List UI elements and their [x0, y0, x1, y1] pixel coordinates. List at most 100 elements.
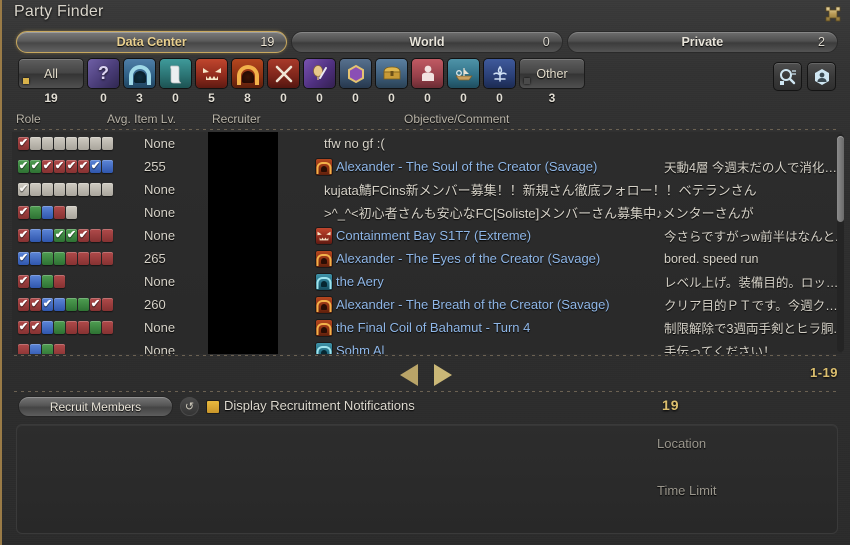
category-count-dungeon: 3: [136, 91, 143, 105]
category-filter-dungeon[interactable]: 3: [123, 58, 156, 105]
category-filter-raid[interactable]: 8: [231, 58, 264, 105]
red-raid-gate-icon[interactable]: [195, 58, 228, 89]
table-row[interactable]: ✔ ✔ None the Final Coil of Bahamut - Turn 4…: [12, 316, 842, 339]
duty-name-link[interactable]: the Final Coil of Bahamut - Turn 4: [336, 320, 530, 335]
duty-name-link[interactable]: Alexander - The Eyes of the Creator (Sav…: [336, 251, 600, 266]
gold-hexagon-icon[interactable]: [339, 58, 372, 89]
page-title: Party Finder: [14, 3, 104, 20]
duty-name-link[interactable]: Alexander - The Soul of the Creator (Sav…: [336, 159, 597, 174]
role-slot-tank: ✔: [90, 160, 101, 173]
role-slot-healer: [42, 344, 53, 354]
duty-name-link[interactable]: Containment Bay S1T7 (Extreme): [336, 228, 531, 243]
category-count-hexagon: 0: [352, 91, 359, 105]
table-row[interactable]: ✔ None kujata鯖FCins新メンバー募集！！新規さん徹底フォロー！！ベテ…: [12, 178, 842, 201]
party-members-icon[interactable]: [807, 62, 836, 91]
table-row[interactable]: ✔ ✔ ✔ ✔ 260 Alexander - The Breath of the Cre…: [12, 293, 842, 316]
role-slot-dps: ✔: [18, 206, 29, 219]
refresh-icon[interactable]: ↺: [180, 397, 199, 416]
tab-world-count: 0: [542, 35, 550, 49]
category-filter-treasure[interactable]: 0: [375, 58, 408, 105]
page-range: 1-19: [809, 365, 838, 380]
sword-balloon-icon[interactable]: [303, 58, 336, 89]
table-row[interactable]: ✔ ✔ ✔ ✔ ✔ ✔ ✔ 255 Alexander - The Soul of the Cr…: [12, 155, 842, 178]
tab-world[interactable]: World 0: [291, 31, 563, 53]
crossed-swords-icon[interactable]: [267, 58, 300, 89]
check-icon: ✔: [18, 182, 29, 195]
dungeon-portal-icon[interactable]: [123, 58, 156, 89]
avg-item-level: None: [144, 205, 176, 220]
orange-raid-portal-icon[interactable]: [231, 58, 264, 89]
check-icon: ✔: [90, 159, 101, 172]
avg-item-level: 260: [144, 297, 166, 312]
category-filter-all[interactable]: All 19: [18, 58, 84, 105]
check-icon: ✔: [18, 274, 29, 287]
category-filter-fishing[interactable]: 0: [447, 58, 480, 105]
role-slot-dps: ✔: [30, 298, 41, 311]
red-raid-gate-icon: [315, 226, 333, 245]
category-filter-goldsaucer[interactable]: 0: [303, 58, 336, 105]
tab-data-center[interactable]: Data Center 19: [16, 31, 288, 53]
arrow-left-icon[interactable]: [400, 364, 418, 386]
role-slot-dps: [102, 298, 113, 311]
category-count-treasure: 0: [388, 91, 395, 105]
table-row[interactable]: ✔ 265 Alexander - The Eyes of the Creator …: [12, 247, 842, 270]
category-filter-scroll[interactable]: 0: [159, 58, 192, 105]
category-filter-hexagon[interactable]: 0: [339, 58, 372, 105]
duty-name-link[interactable]: Sohm Al: [336, 343, 384, 354]
role-slot-dps: [54, 275, 65, 288]
close-ornament-icon[interactable]: [822, 3, 844, 25]
role-slots: ✔: [18, 275, 65, 288]
party-listings[interactable]: ✔ None tfw no gf :(✔ ✔ ✔ ✔ ✔ ✔ ✔ 255 Alexander - T…: [12, 132, 842, 354]
role-slot-dps: ✔: [18, 321, 29, 334]
role-slot-dps: ✔: [42, 160, 53, 173]
other-button-label: Other: [536, 66, 568, 81]
check-icon: ✔: [54, 228, 65, 241]
objective-comment: 今さらですがっw前半はなんと...: [664, 230, 842, 244]
scroll-quest-icon[interactable]: [159, 58, 192, 89]
category-filter-trial[interactable]: 5: [195, 58, 228, 105]
role-slot-dps: ✔: [18, 298, 29, 311]
recruit-members-button[interactable]: Recruit Members: [18, 396, 173, 417]
list-scrollbar-thumb[interactable]: [837, 136, 844, 222]
all-button[interactable]: All: [18, 58, 84, 89]
other-button[interactable]: Other: [519, 58, 585, 89]
list-scrollbar[interactable]: [837, 134, 844, 352]
role-slots: ✔ ✔: [18, 321, 113, 334]
table-row[interactable]: None Sohm Al 手伝ってください！: [12, 339, 842, 354]
duty-name-link[interactable]: the Aery: [336, 274, 384, 289]
role-slot-empty: [30, 183, 41, 196]
role-slot-dps: [66, 252, 77, 265]
table-row[interactable]: ✔ ✔ ✔ ✔ None Containment Bay S1T7 (Extreme) 今さ…: [12, 224, 842, 247]
role-slot-empty: [54, 183, 65, 196]
notifications-checkbox[interactable]: [206, 400, 220, 414]
check-icon: ✔: [30, 297, 41, 310]
objective-comment: 天動4層 今週末だの人で消化い...: [664, 161, 842, 175]
category-count-question: 0: [100, 91, 107, 105]
table-row[interactable]: ✔ None >^_^<初心者さんも安心なFC[Soliste]メンバーさん募集中♪…: [12, 201, 842, 224]
search-filter-icon[interactable]: [773, 62, 802, 91]
question-mark-icon[interactable]: ?: [87, 58, 120, 89]
category-count-all: 19: [44, 91, 58, 105]
boat-fishing-icon[interactable]: [447, 58, 480, 89]
treasure-chest-icon[interactable]: [375, 58, 408, 89]
tab-private[interactable]: Private 2: [566, 31, 838, 53]
category-filter-question[interactable]: ? 0: [87, 58, 120, 105]
mannequin-icon[interactable]: [411, 58, 444, 89]
listing-comment-text: >^_^<初心者さんも安心なFC[Soliste]メンバーさん募集中♪メンターさ…: [324, 206, 754, 221]
table-row[interactable]: ✔ None the Aery レベル上げ。装備目的。ロットフ...: [12, 270, 842, 293]
blue-emblem-icon[interactable]: [483, 58, 516, 89]
category-count-trial: 5: [208, 91, 215, 105]
category-filter-other[interactable]: Other 3: [519, 58, 585, 105]
arrow-right-icon[interactable]: [434, 364, 452, 386]
category-filter-emblem[interactable]: 0: [483, 58, 516, 105]
category-filter-pvp[interactable]: 0: [267, 58, 300, 105]
role-slot-empty: [66, 206, 77, 219]
role-slot-empty: [66, 183, 77, 196]
tab-data-center-label: Data Center: [116, 35, 187, 49]
role-slot-empty: [30, 137, 41, 150]
category-filter-mannequin[interactable]: 0: [411, 58, 444, 105]
check-icon: ✔: [78, 228, 89, 241]
role-slot-healer: [54, 252, 65, 265]
duty-name-link[interactable]: Alexander - The Breath of the Creator (S…: [336, 297, 610, 312]
table-row[interactable]: ✔ None tfw no gf :(: [12, 132, 842, 155]
